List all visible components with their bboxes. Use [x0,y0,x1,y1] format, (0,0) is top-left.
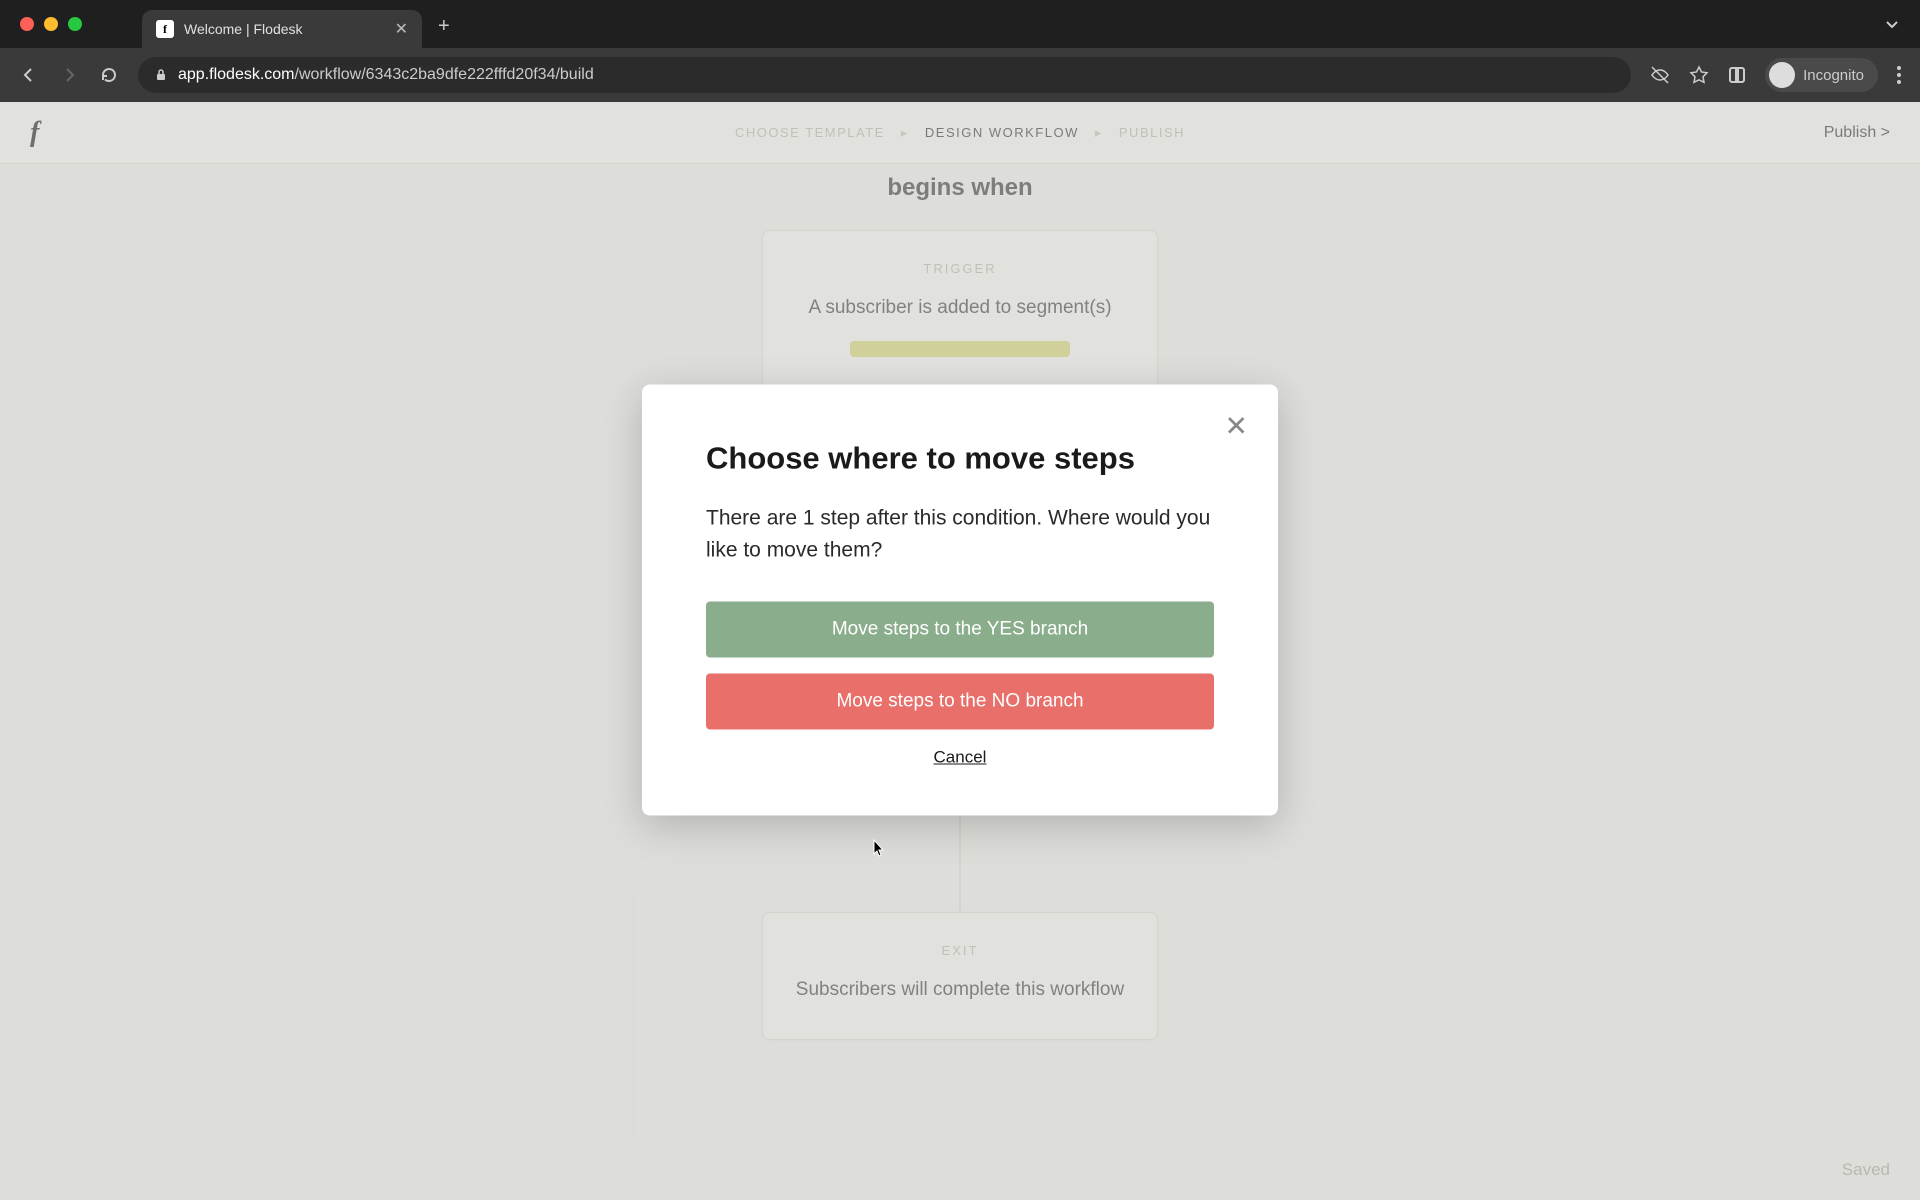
browser-chrome: f Welcome | Flodesk ✕ + app.flodesk.com/… [0,0,1920,102]
incognito-label: Incognito [1803,67,1864,84]
extensions-icon[interactable] [1727,65,1747,85]
close-icon[interactable]: ✕ [1225,413,1248,441]
tab-bar: f Welcome | Flodesk ✕ + [0,0,1920,48]
move-yes-button[interactable]: Move steps to the YES branch [706,602,1214,658]
menu-kebab-icon[interactable] [1896,65,1902,85]
window-controls [20,17,82,31]
new-tab-button[interactable]: + [438,15,450,38]
bookmark-star-icon[interactable] [1689,65,1709,85]
eye-off-icon[interactable] [1649,64,1671,86]
lock-icon [154,68,168,82]
move-steps-modal: ✕ Choose where to move steps There are 1… [642,385,1278,816]
reload-button[interactable] [98,64,120,86]
tab-title: Welcome | Flodesk [184,21,303,37]
modal-body: There are 1 step after this condition. W… [706,503,1214,566]
forward-button[interactable] [58,64,80,86]
tab-favicon-icon: f [156,20,174,38]
window-close-button[interactable] [20,17,34,31]
move-no-button[interactable]: Move steps to the NO branch [706,674,1214,730]
window-minimize-button[interactable] [44,17,58,31]
incognito-icon [1769,62,1795,88]
url-path: /workflow/6343c2ba9dfe222fffd20f34/build [295,66,594,83]
window-maximize-button[interactable] [68,17,82,31]
tab-close-icon[interactable]: ✕ [395,19,408,39]
address-bar: app.flodesk.com/workflow/6343c2ba9dfe222… [0,48,1920,102]
modal-title: Choose where to move steps [706,441,1214,477]
cancel-link[interactable]: Cancel [934,748,987,767]
url-host: app.flodesk.com [178,66,295,83]
chevron-down-icon[interactable] [1884,16,1920,32]
incognito-badge[interactable]: Incognito [1765,58,1878,92]
back-button[interactable] [18,64,40,86]
browser-tab[interactable]: f Welcome | Flodesk ✕ [142,10,422,48]
url-field[interactable]: app.flodesk.com/workflow/6343c2ba9dfe222… [138,57,1631,93]
